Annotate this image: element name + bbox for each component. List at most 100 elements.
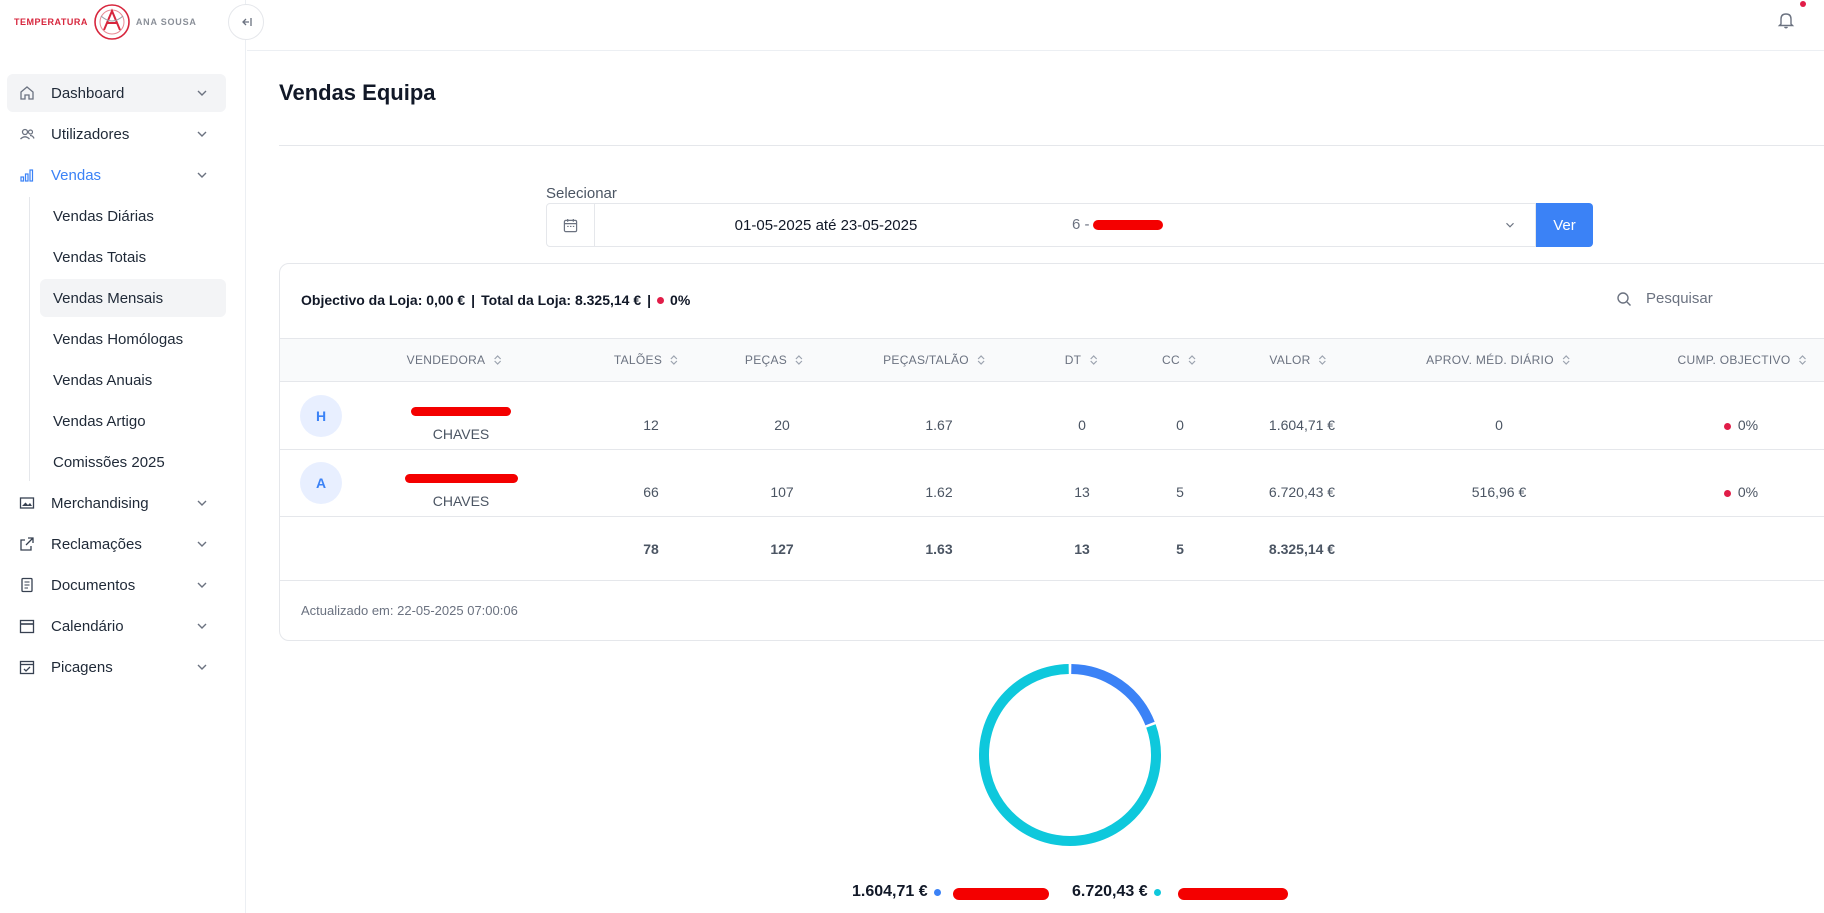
document-icon [19,577,35,593]
sales-donut-chart [979,664,1161,846]
submit-button[interactable]: Ver [1536,203,1593,247]
cell-dt: 0 [1078,417,1086,433]
cell-cump: 0% [1737,417,1759,433]
date-range-value[interactable]: 01-05-2025 até 23-05-2025 [595,204,1057,246]
sidebar-item-vendas-mensais[interactable]: Vendas Mensais [40,279,226,317]
brand-name-right: ANA SOUSA [135,17,197,27]
users-icon [19,126,35,142]
sidebar-item-vendas-artigo[interactable]: Vendas Artigo [40,402,226,440]
table-row[interactable]: A CHAVES 66 107 1.62 13 5 6.720,43 € 516… [280,450,1824,517]
seller-store: CHAVES [432,426,490,442]
col-header-valor[interactable]: VALOR [1269,339,1327,381]
sidebar-item-picagens[interactable]: Picagens [7,648,226,686]
top-bar [247,0,1824,51]
chevron-down-icon [197,664,207,670]
separator: | [471,292,476,308]
avatar: H [300,395,342,437]
sort-icon [670,355,678,365]
store-total: Total da Loja: 8.325,14 € [481,292,642,308]
table-totals-row: 78 127 1.63 13 5 8.325,14 € [280,517,1824,581]
sidebar-item-label: Reclamações [51,535,142,553]
col-header-cc[interactable]: CC [1162,339,1196,381]
page-title: Vendas Equipa [279,80,436,105]
last-updated: Actualizado em: 22-05-2025 07:00:06 [301,603,518,618]
sidebar: TEMPERATURA ANA SOUSA Dashboard Utilizad… [0,0,246,913]
sidebar-item-calendario[interactable]: Calendário [7,607,226,645]
col-header-vendedora[interactable]: VENDEDORA [407,339,502,381]
sidebar-item-reclamacoes[interactable]: Reclamações [7,525,226,563]
total-cc: 5 [1176,541,1184,557]
chevron-down-icon [197,582,207,588]
external-link-icon [19,536,35,552]
col-header-pecas[interactable]: PEÇAS [745,339,803,381]
sidebar-item-vendas[interactable]: Vendas [7,156,226,194]
cell-pecas-talao: 1.62 [925,484,953,500]
collapse-sidebar-button[interactable] [228,4,264,40]
avatar: A [300,462,342,504]
date-range-picker[interactable]: 01-05-2025 até 23-05-2025 [546,203,1056,247]
sidebar-item-vendas-anuais[interactable]: Vendas Anuais [40,361,226,399]
bar-chart-icon [19,167,35,183]
sidebar-item-dashboard[interactable]: Dashboard [7,74,226,112]
sidebar-item-label: Picagens [51,658,113,676]
store-select[interactable]: 6 - [1055,203,1536,247]
notification-bell-icon[interactable] [1776,10,1796,30]
cell-taloes: 12 [643,417,659,433]
cell-aprov: 0 [1495,417,1503,433]
search-box[interactable]: Pesquisar [1616,290,1713,307]
cell-cump: 0% [1737,484,1759,500]
search-icon [1617,291,1631,306]
logo-emblem-icon [94,4,130,40]
legend-dot [1153,888,1161,896]
redaction-mark [1093,220,1163,230]
cell-pecas-talao: 1.67 [925,417,953,433]
separator: | [647,292,652,308]
calendar-icon [563,218,578,232]
chevron-down-icon [197,541,207,547]
sidebar-item-utilizadores[interactable]: Utilizadores [7,115,226,153]
table-header: VENDEDORA TALÕES PEÇAS PEÇAS/TALÃO DT CC… [280,338,1824,382]
sort-icon [1089,355,1097,365]
table-row[interactable]: H CHAVES 12 20 1.67 0 0 1.604,71 € 0 0% [280,383,1824,450]
sort-icon [1188,355,1196,365]
divider [279,145,1824,146]
donut-slice-H[interactable] [1071,664,1155,726]
sidebar-item-vendas-homologas[interactable]: Vendas Homólogas [40,320,226,358]
cell-taloes: 66 [643,484,659,500]
calendar-check-icon [19,659,35,675]
col-header-cump-objectivo[interactable]: CUMP. OBJECTIVO [1678,339,1807,381]
cell-valor: 1.604,71 € [1268,417,1336,433]
sidebar-item-merchandising[interactable]: Merchandising [7,484,226,522]
sidebar-item-vendas-totais[interactable]: Vendas Totais [40,238,226,276]
total-dt: 13 [1074,541,1090,557]
store-objective: Objectivo da Loja: 0,00 € [301,292,466,308]
sort-icon [1319,355,1327,365]
sort-icon [795,355,803,365]
sidebar-nav: Dashboard Utilizadores Vendas Vendas Diá… [7,74,226,689]
store-percent: 0% [670,292,691,308]
legend-dot [933,888,941,896]
legend-value: 1.604,71 € [852,883,928,900]
brand-name-left: TEMPERATURA [14,17,88,27]
sidebar-item-label: Merchandising [51,494,149,512]
redaction-mark [1178,888,1288,900]
calendar-button[interactable] [547,204,595,246]
cell-pecas: 107 [770,484,794,500]
col-header-dt[interactable]: DT [1065,339,1098,381]
calendar-icon [19,618,35,634]
sidebar-item-label: Utilizadores [51,125,130,143]
sidebar-item-documentos[interactable]: Documentos [7,566,226,604]
col-header-pecas-talao[interactable]: PEÇAS/TALÃO [883,339,985,381]
search-input[interactable]: Pesquisar [1646,290,1713,307]
home-icon [19,85,35,101]
col-header-aprov[interactable]: APROV. MÉD. DIÁRIO [1426,339,1570,381]
col-header-taloes[interactable]: TALÕES [614,339,678,381]
sidebar-item-label: Dashboard [51,84,125,102]
sidebar-item-vendas-diarias[interactable]: Vendas Diárias [40,197,226,235]
brand-logo[interactable]: TEMPERATURA ANA SOUSA [14,2,197,42]
chevron-down-icon [197,172,207,178]
filter-label: Selecionar [546,185,617,202]
sidebar-item-comissoes[interactable]: Comissões 2025 [40,443,226,481]
legend-item: 6.720,43 € [1072,883,1161,901]
redaction-mark [405,474,518,483]
